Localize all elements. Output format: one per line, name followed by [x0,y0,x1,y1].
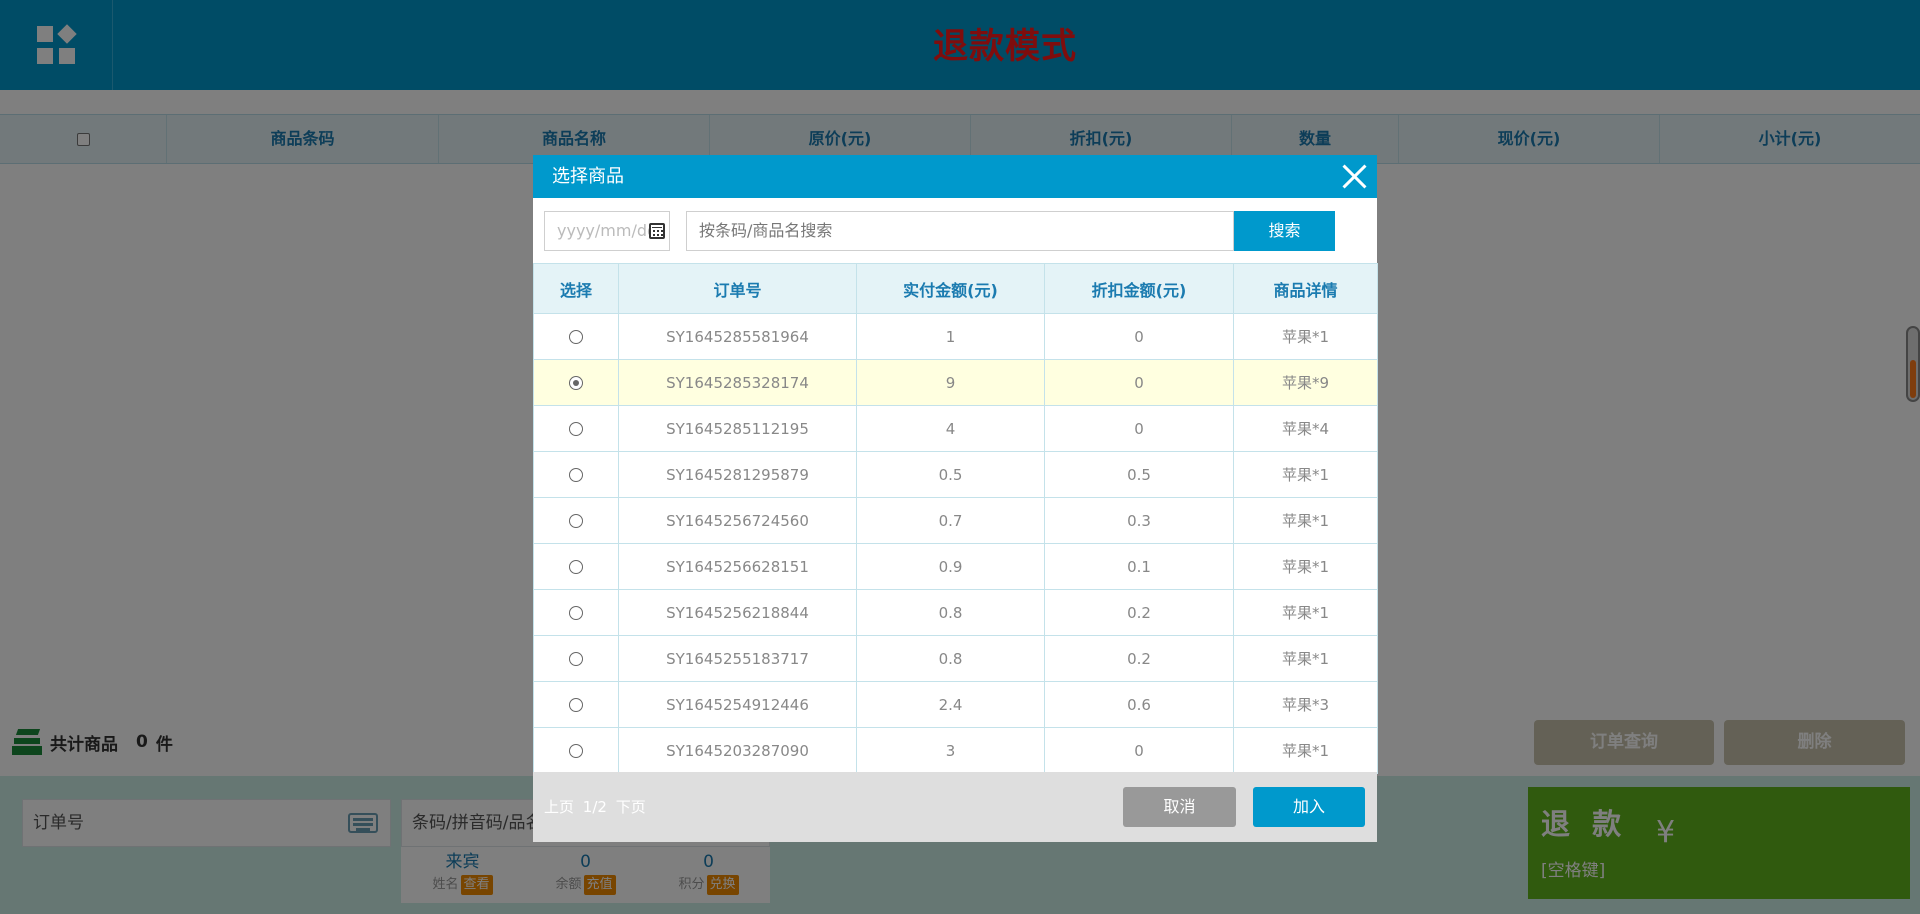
table-row[interactable]: SY1645203287090 3 0 苹果*1 [533,727,1378,774]
order-number: SY1645256628151 [618,543,857,590]
discount-amount: 0 [1044,405,1234,452]
search-placeholder: 按条码/商品名搜索 [699,221,833,240]
search-button[interactable]: 搜索 [1234,211,1335,251]
discount-amount: 0 [1044,727,1234,774]
order-table: 选择 订单号 实付金额(元) 折扣金额(元) 商品详情 SY1645285581… [533,263,1378,774]
column-product-detail: 商品详情 [1233,263,1378,314]
order-number: SY1645285112195 [618,405,857,452]
add-button[interactable]: 加入 [1253,787,1365,827]
cancel-button[interactable]: 取消 [1123,787,1236,827]
table-row[interactable]: SY1645256218844 0.8 0.2 苹果*1 [533,589,1378,636]
paid-amount: 9 [856,359,1045,406]
date-input[interactable]: yyyy/mm/dd [544,211,670,251]
column-discount-amount: 折扣金额(元) [1044,263,1234,314]
discount-amount: 0 [1044,359,1234,406]
calendar-icon[interactable] [649,223,665,239]
product-detail: 苹果*9 [1233,359,1378,406]
order-number: SY1645281295879 [618,451,857,498]
table-row[interactable]: SY1645285581964 1 0 苹果*1 [533,313,1378,360]
table-row-selected[interactable]: SY1645285328174 9 0 苹果*9 [533,359,1378,406]
product-detail: 苹果*4 [1233,405,1378,452]
row-radio[interactable] [569,330,583,344]
discount-amount: 0.1 [1044,543,1234,590]
paid-amount: 3 [856,727,1045,774]
discount-amount: 0.5 [1044,451,1234,498]
paid-amount: 0.8 [856,589,1045,636]
discount-amount: 0.6 [1044,681,1234,728]
paid-amount: 0.9 [856,543,1045,590]
table-row[interactable]: SY1645281295879 0.5 0.5 苹果*1 [533,451,1378,498]
table-row[interactable]: SY1645254912446 2.4 0.6 苹果*3 [533,681,1378,728]
paid-amount: 0.5 [856,451,1045,498]
search-input[interactable]: 按条码/商品名搜索 [686,211,1234,251]
order-table-header: 选择 订单号 实付金额(元) 折扣金额(元) 商品详情 [533,263,1378,314]
column-select: 选择 [533,263,619,314]
order-number: SY1645255183717 [618,635,857,682]
page-indicator: 1/2 [582,798,607,816]
paid-amount: 2.4 [856,681,1045,728]
column-paid-amount: 实付金额(元) [856,263,1045,314]
product-detail: 苹果*1 [1233,543,1378,590]
product-detail: 苹果*1 [1233,497,1378,544]
table-row[interactable]: SY1645255183717 0.8 0.2 苹果*1 [533,635,1378,682]
order-number: SY1645256724560 [618,497,857,544]
order-number: SY1645285328174 [618,359,857,406]
order-number: SY1645203287090 [618,727,857,774]
date-placeholder: yyyy/mm/dd [557,221,658,240]
dialog-footer: 上页 1/2 下页 取消 加入 [533,772,1377,842]
table-row[interactable]: SY1645285112195 4 0 苹果*4 [533,405,1378,452]
column-order-number: 订单号 [618,263,857,314]
order-number: SY1645254912446 [618,681,857,728]
product-detail: 苹果*1 [1233,589,1378,636]
order-number: SY1645256218844 [618,589,857,636]
close-icon[interactable] [1341,163,1367,189]
discount-amount: 0.3 [1044,497,1234,544]
next-page-link[interactable]: 下页 [616,798,646,816]
paid-amount: 4 [856,405,1045,452]
discount-amount: 0.2 [1044,635,1234,682]
select-product-dialog: 选择商品 yyyy/mm/dd 按条码/商品名搜索 搜索 选择 订单号 实付金额… [533,155,1378,842]
prev-page-link[interactable]: 上页 [544,798,574,816]
discount-amount: 0.2 [1044,589,1234,636]
paid-amount: 1 [856,313,1045,360]
row-radio[interactable] [569,468,583,482]
paid-amount: 0.7 [856,497,1045,544]
order-number: SY1645285581964 [618,313,857,360]
product-detail: 苹果*1 [1233,727,1378,774]
dialog-title: 选择商品 [552,166,624,187]
row-radio-checked[interactable] [569,376,583,390]
row-radio[interactable] [569,560,583,574]
paid-amount: 0.8 [856,635,1045,682]
discount-amount: 0 [1044,313,1234,360]
row-radio[interactable] [569,606,583,620]
product-detail: 苹果*1 [1233,313,1378,360]
pager: 上页 1/2 下页 [544,772,650,842]
product-detail: 苹果*1 [1233,451,1378,498]
row-radio[interactable] [569,744,583,758]
row-radio[interactable] [569,514,583,528]
product-detail: 苹果*1 [1233,635,1378,682]
table-row[interactable]: SY1645256724560 0.7 0.3 苹果*1 [533,497,1378,544]
table-row[interactable]: SY1645256628151 0.9 0.1 苹果*1 [533,543,1378,590]
dialog-header: 选择商品 [533,155,1377,198]
row-radio[interactable] [569,698,583,712]
row-radio[interactable] [569,652,583,666]
product-detail: 苹果*3 [1233,681,1378,728]
row-radio[interactable] [569,422,583,436]
